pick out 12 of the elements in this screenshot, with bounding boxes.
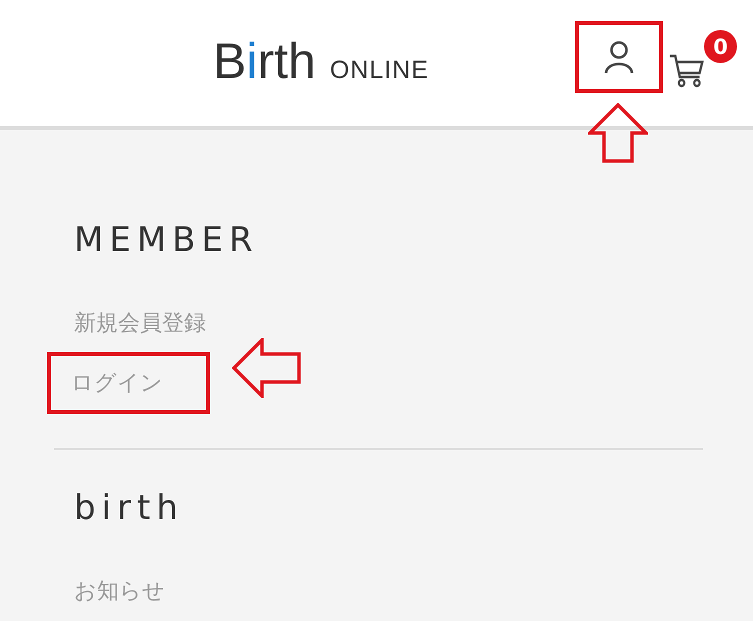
account-button[interactable] [575,21,663,93]
menu-link[interactable]: ログイン [47,352,210,414]
menu-link[interactable]: お知らせ [54,576,217,606]
logo-text: Birth [213,36,316,86]
left-arrow [232,338,302,398]
logo-suffix: ONLINE [330,56,429,85]
cart-count-badge: 0 [704,30,737,63]
user-icon [603,40,635,74]
section-title: birth [74,488,185,528]
menu-link[interactable]: 新規会員登録 [54,308,226,338]
section-title: MEMBER [74,220,260,260]
up-arrow [588,103,648,163]
